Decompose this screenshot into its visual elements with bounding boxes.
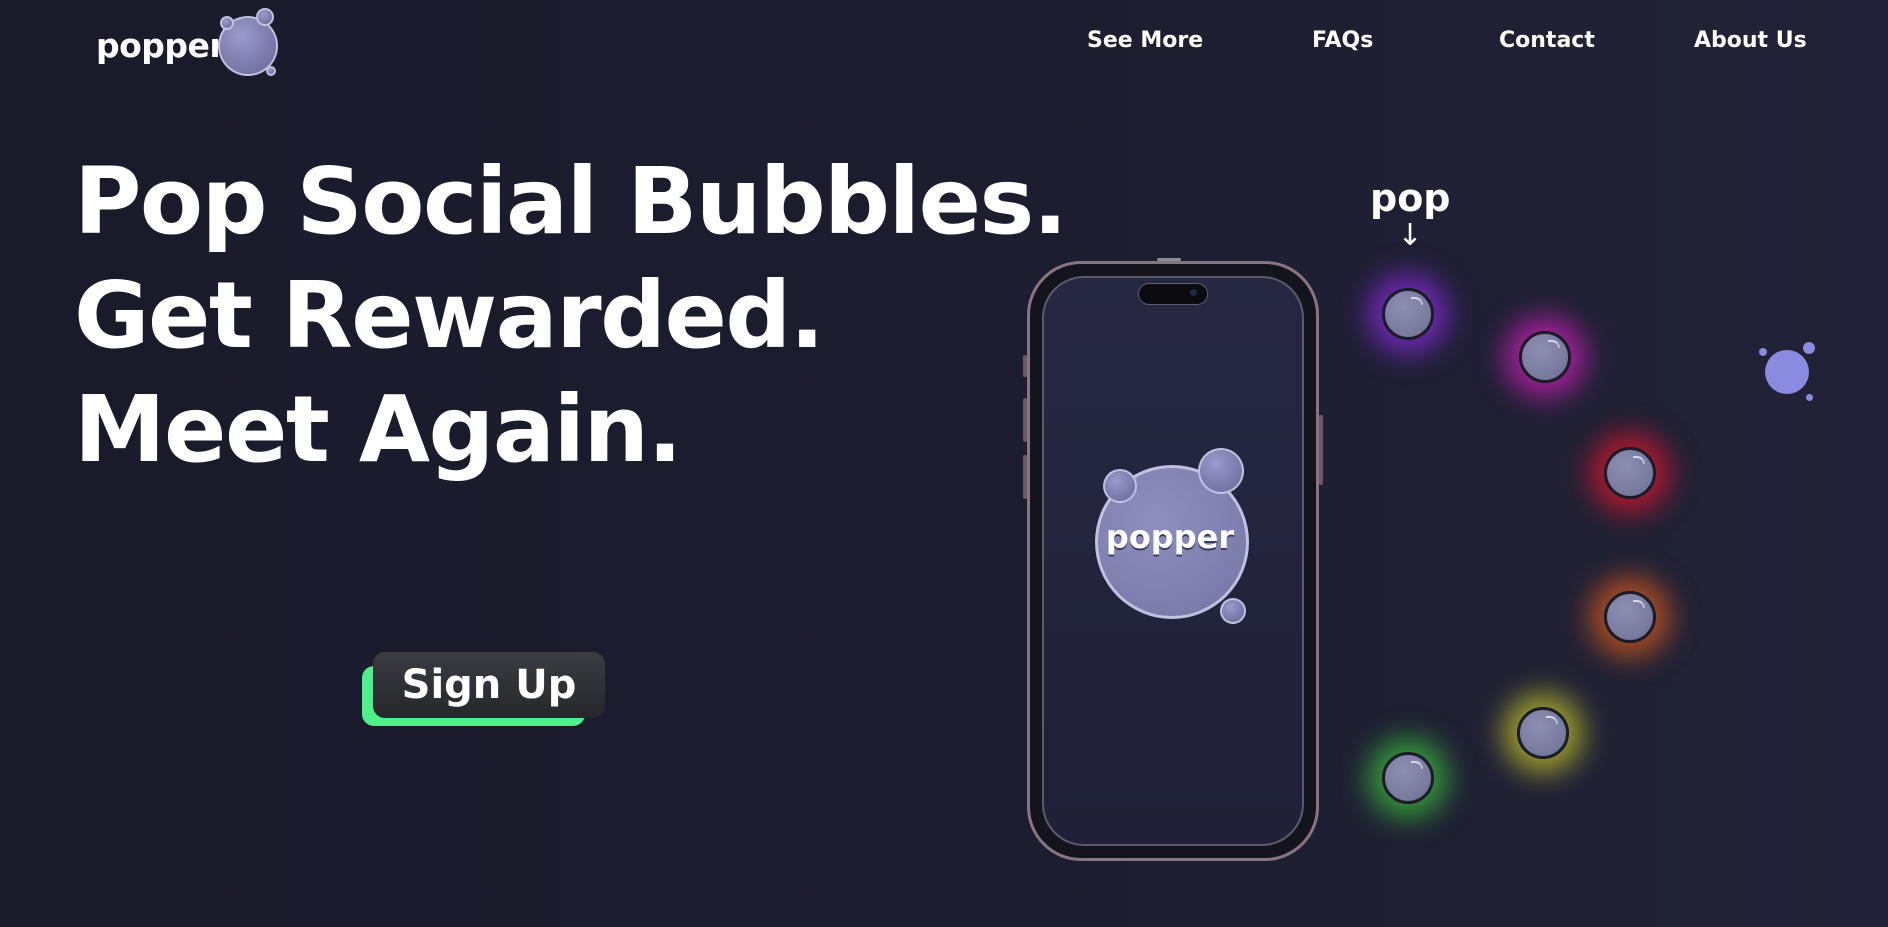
app-logo-bubble-small-icon [1103,469,1137,503]
brand-logo[interactable]: popper [96,6,286,86]
glow-bubble-orange[interactable] [1604,591,1656,643]
hero-line-1: Pop Social Bubbles. [74,148,1068,255]
phone-camera-icon [1190,289,1197,296]
glow-bubble-green[interactable] [1382,752,1434,804]
signup-button[interactable]: Sign Up [373,652,605,718]
glow-bubble-red[interactable] [1604,447,1656,499]
glow-bubble-yellow[interactable] [1517,707,1569,759]
logo-text: popper [96,26,226,65]
down-arrow-icon: ↓ [1397,218,1423,253]
app-logo-text: popper [1105,518,1235,556]
glow-bubble-magenta[interactable] [1519,331,1571,383]
pop-label: pop [1370,176,1451,220]
nav-see-more[interactable]: See More [1087,28,1203,53]
phone-side-button [1319,415,1323,485]
phone-dynamic-island [1138,283,1208,305]
hero-line-2: Get Rewarded. [74,262,825,369]
logo-bubble-tiny-icon [220,16,234,30]
app-logo-bubble-tiny-icon [1220,598,1246,624]
glow-bubble-purple[interactable] [1382,288,1434,340]
logo-bubble-small-icon [256,8,274,26]
app-logo-bubble-top-icon [1198,448,1244,494]
nav-about-us[interactable]: About Us [1694,28,1807,53]
logo-bubble-dot-icon [266,66,276,76]
nav-contact[interactable]: Contact [1499,28,1595,53]
hero-line-3: Meet Again. [74,376,682,483]
nav-faqs[interactable]: FAQs [1312,28,1373,53]
